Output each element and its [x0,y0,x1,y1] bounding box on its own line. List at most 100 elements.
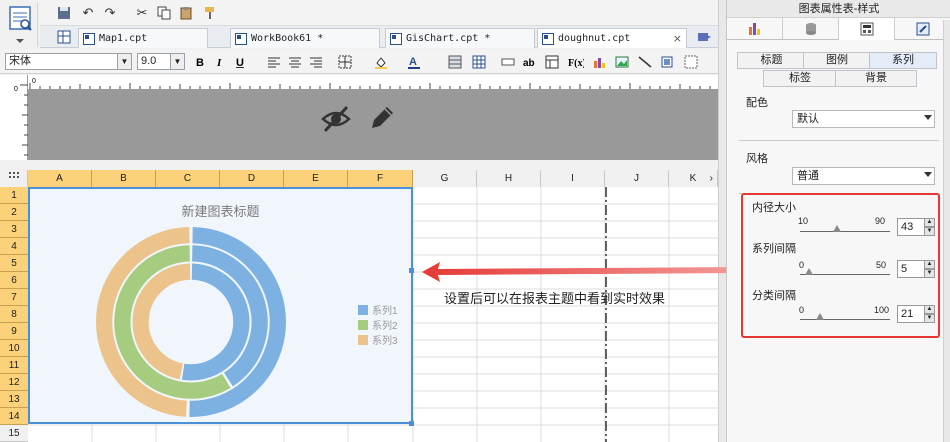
tab-gischart[interactable]: GisChart.cpt * [385,28,535,48]
row-header[interactable]: 15 [0,425,28,442]
column-header[interactable]: H [477,170,541,187]
cpt-file-icon [542,32,554,45]
row-header[interactable]: 12 [0,374,28,391]
format-painter-icon[interactable] [200,3,220,23]
ruler-ticks: 0 [29,78,711,89]
line-icon[interactable] [636,53,654,70]
vertical-scrollbar[interactable] [718,0,726,442]
text-ab-icon[interactable]: ab [521,53,539,70]
column-header[interactable]: F [348,170,413,187]
row-header[interactable]: 11 [0,357,28,374]
copy-icon[interactable] [154,3,174,23]
row-header[interactable]: 4 [0,238,28,255]
underline-button[interactable]: U [231,53,249,70]
widget-icon[interactable] [658,53,676,70]
horizontal-ruler: 0 [28,75,718,90]
column-header[interactable]: C [156,170,220,187]
legend-swatch [358,334,368,345]
document-tabs: Map1.cpt WorkBook61 * GisChart.cpt * dou… [40,26,726,48]
column-header[interactable]: E [284,170,348,187]
column-header[interactable]: G [413,170,477,187]
undo-icon[interactable]: ↶ [78,3,98,23]
effects-tab[interactable] [895,18,950,40]
svg-text:B: B [196,57,204,68]
data-tab[interactable] [783,18,839,40]
chart-type-tab[interactable] [727,18,783,40]
more-options-icon[interactable] [682,53,700,70]
row-header[interactable]: 1 [0,187,28,204]
svg-text:I: I [216,57,222,68]
column-header[interactable]: B [92,170,156,187]
tab-map1[interactable]: Map1.cpt [78,28,208,48]
tab-series[interactable]: 系列 [869,52,937,69]
font-name-select[interactable]: 宋体 ▼ [5,53,132,70]
border-icon[interactable] [336,53,354,70]
column-header[interactable]: A [28,170,92,187]
chart-icon[interactable] [590,53,608,70]
vertical-ruler: 0 [0,75,28,160]
tab-label[interactable]: 标签 [763,70,837,87]
close-tab-icon[interactable]: × [673,32,682,45]
column-header[interactable]: D [220,170,284,187]
align-right-icon[interactable] [307,53,325,70]
grid-icon[interactable] [470,53,488,70]
row-header[interactable]: 6 [0,272,28,289]
edit-pencil-icon[interactable] [366,102,396,134]
align-left-icon[interactable] [265,53,283,70]
chevron-down-icon: ▼ [117,54,131,69]
row-header[interactable]: 10 [0,340,28,357]
cell-icon[interactable] [446,53,464,70]
color-scheme-select[interactable]: 默认 [792,110,935,128]
image-icon[interactable] [613,53,631,70]
row-header[interactable]: 13 [0,391,28,408]
new-sheet-icon[interactable] [54,27,74,47]
table-icon[interactable] [543,53,561,70]
tab-background[interactable]: 背景 [835,70,917,87]
formula-icon[interactable]: F(x) [567,53,585,70]
redo-icon[interactable]: ↷ [100,3,120,23]
column-header[interactable]: J [605,170,669,187]
row-header[interactable]: 8 [0,306,28,323]
cpt-file-icon [235,32,247,45]
doughnut-chart[interactable]: 新建图表标题 系列1 系列2 系列3 [28,187,413,424]
italic-button[interactable]: I [211,53,229,70]
report-menu-button[interactable] [2,3,38,47]
resize-handle[interactable] [409,421,414,426]
fill-color-icon[interactable] [372,53,390,70]
align-center-icon[interactable] [286,53,304,70]
doughnut-segment [132,263,191,380]
text-field-icon[interactable] [499,53,517,70]
save-icon[interactable] [54,3,74,23]
panel-title: 图表属性表-样式 [727,0,950,18]
select-all-corner[interactable] [0,170,28,187]
tab-legend[interactable]: 图例 [803,52,871,69]
cut-icon[interactable]: ✂ [132,3,152,23]
tab-workbook61[interactable]: WorkBook61 * [230,28,380,48]
row-header[interactable]: 3 [0,221,28,238]
tab-doughnut[interactable]: doughnut.cpt × [537,28,687,48]
row-header[interactable]: 5 [0,255,28,272]
style-tab[interactable] [839,18,895,40]
column-header[interactable]: I [541,170,605,187]
row-header[interactable]: 14 [0,408,28,425]
row-header[interactable]: 7 [0,289,28,306]
paste-icon[interactable] [176,3,196,23]
bold-button[interactable]: B [191,53,209,70]
row-header[interactable]: 9 [0,323,28,340]
effects-icon [916,22,930,36]
row-header[interactable]: 2 [0,204,28,221]
font-size-select[interactable]: 9.0 ▼ [137,53,185,70]
chart-type-icon [748,23,760,35]
chevron-down-icon [924,115,932,120]
tab-list-icon[interactable] [694,27,714,47]
hide-icon[interactable] [320,104,352,134]
column-header[interactable]: K › [669,170,718,187]
splitter[interactable] [0,160,718,170]
panel-scrollbar[interactable] [943,20,950,442]
tab-title[interactable]: 标题 [737,52,806,69]
font-color-icon[interactable]: A [405,53,423,70]
chevron-right-icon[interactable]: › [710,170,713,187]
chart-plot [96,227,286,417]
style-select[interactable]: 普通 [792,167,935,185]
resize-handle[interactable] [409,268,414,273]
